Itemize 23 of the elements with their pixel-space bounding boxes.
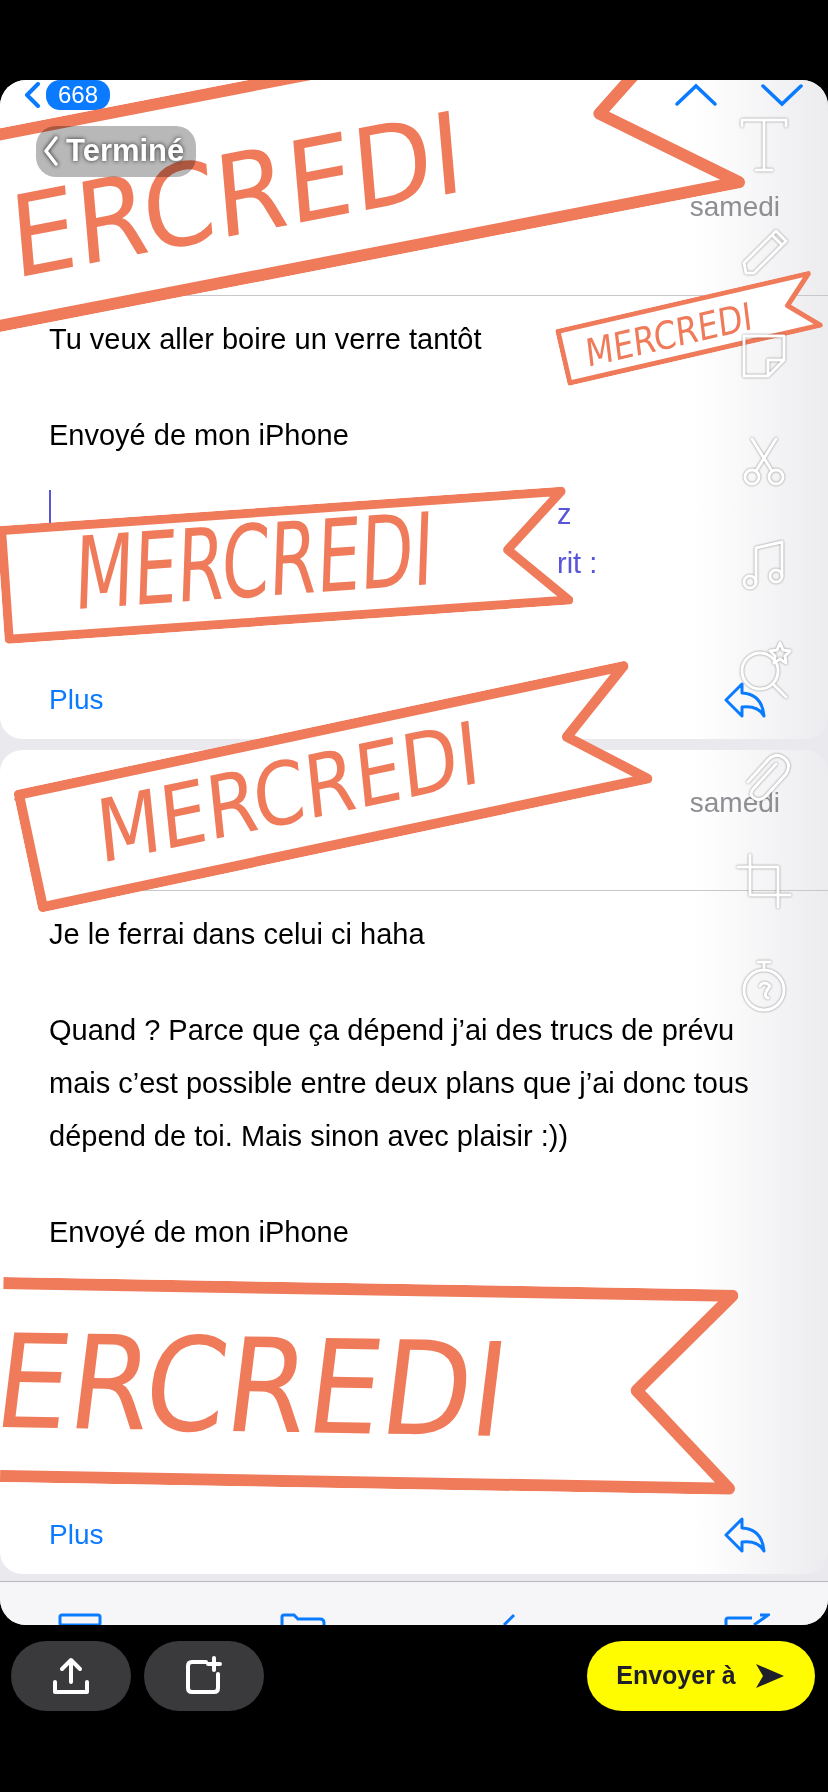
back-icon[interactable]: [24, 82, 40, 108]
send-arrow-icon: [753, 1662, 786, 1690]
reply-icon[interactable]: [722, 1515, 768, 1555]
chevron-down-icon[interactable]: [760, 83, 804, 107]
compose-icon[interactable]: [724, 1613, 770, 1625]
folder-icon[interactable]: [280, 1613, 326, 1625]
message-date: samedi: [689, 786, 780, 820]
message-text: Envoyé de mon iPhone: [49, 418, 349, 453]
more-link[interactable]: Plus: [49, 1514, 104, 1556]
send-button[interactable]: Envoyer à: [587, 1641, 815, 1711]
message-text: Je le ferrai dans celui ci haha: [49, 917, 425, 952]
share-icon: [51, 1656, 91, 1696]
back-icon: [44, 136, 58, 167]
message-text: Quand ? Parce que ça dépend j’ai des trucs de prévu mais c’est possible entre deux plans que j’ai donc tous dépend de toi. Mais sinon avec plaisir :)): [49, 1013, 750, 1154]
unread-count-badge: 668: [46, 80, 111, 110]
day-sticker: MERCREDI: [554, 270, 824, 386]
tray-icon[interactable]: [58, 1613, 104, 1625]
add-to-story-icon: [184, 1656, 224, 1696]
chevron-up-icon[interactable]: [674, 83, 718, 107]
more-link[interactable]: Plus: [49, 679, 104, 721]
day-sticker: ERCREDI: [0, 1277, 739, 1495]
message-text: Envoyé de mon iPhone: [49, 1215, 349, 1250]
reply-icon[interactable]: [722, 680, 768, 720]
